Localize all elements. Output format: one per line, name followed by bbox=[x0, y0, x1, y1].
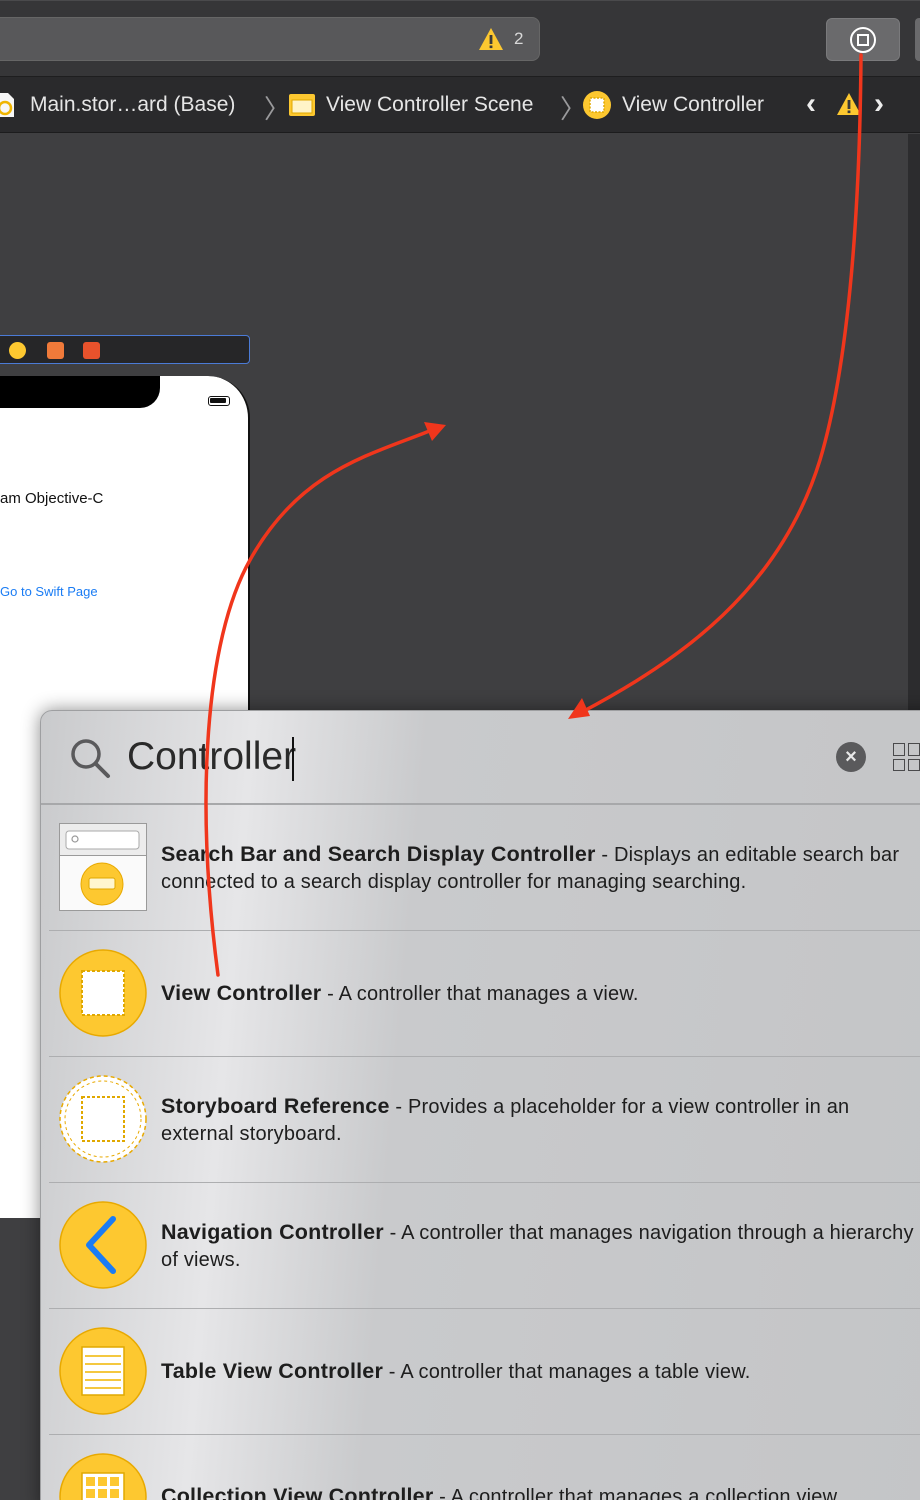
breadcrumb-storyboard-label: Main.stor…ard (Base) bbox=[30, 93, 236, 116]
device-notch bbox=[0, 376, 160, 408]
grid-view-toggle-icon[interactable] bbox=[893, 743, 920, 771]
clear-search-button[interactable]: × bbox=[836, 742, 866, 772]
view-controller-icon bbox=[583, 91, 611, 119]
library-item-text: Storyboard Reference - Provides a placeh… bbox=[161, 1057, 920, 1183]
go-to-swift-button[interactable]: Go to Swift Page bbox=[0, 584, 98, 599]
first-responder-icon[interactable] bbox=[47, 342, 64, 359]
battery-icon bbox=[208, 396, 230, 406]
issue-warning-icon[interactable] bbox=[836, 92, 862, 116]
library-item-search-bar-controller[interactable]: Search Bar and Search Display Controller… bbox=[49, 805, 920, 931]
library-item-description: - A controller that manages a collection… bbox=[433, 1486, 842, 1500]
warning-count: 2 bbox=[514, 29, 524, 48]
table-view-controller-icon bbox=[59, 1327, 147, 1415]
library-item-navigation-controller[interactable]: Navigation Controller - A controller tha… bbox=[49, 1183, 920, 1309]
view-controller-icon bbox=[59, 949, 147, 1037]
search-icon bbox=[71, 739, 110, 778]
library-item-view-controller[interactable]: View Controller - A controller that mana… bbox=[49, 931, 920, 1057]
jump-bar: Main.stor…ard (Base) 〉 View Controller S… bbox=[0, 77, 920, 133]
object-library-popover: × Search Bar and Search Display Controll… bbox=[40, 710, 920, 1500]
breadcrumb-scene-label: View Controller Scene bbox=[326, 93, 534, 116]
library-icon bbox=[850, 26, 876, 53]
toolbar: 2 bbox=[0, 0, 920, 77]
library-item-title: Collection View Controller bbox=[161, 1484, 434, 1500]
library-item-title: Table View Controller bbox=[161, 1359, 384, 1383]
library-item-title: Navigation Controller bbox=[161, 1219, 384, 1244]
library-item-title: Storyboard Reference bbox=[161, 1093, 390, 1118]
navigation-controller-icon bbox=[59, 1201, 147, 1289]
library-item-text: Search Bar and Search Display Controller… bbox=[161, 805, 920, 931]
previous-issue-button[interactable]: ‹ bbox=[806, 87, 816, 121]
toolbar-edge-button[interactable] bbox=[915, 18, 920, 61]
storyboard-file-icon bbox=[0, 93, 14, 117]
library-item-title: Search Bar and Search Display Controller bbox=[161, 841, 596, 866]
breadcrumb-view-controller[interactable]: View Controller bbox=[582, 77, 764, 133]
breadcrumb-scene[interactable]: View Controller Scene bbox=[288, 77, 533, 133]
view-controller-dock-icon[interactable] bbox=[9, 342, 26, 359]
library-item-text: Table View Controller - A controller tha… bbox=[161, 1309, 920, 1435]
breadcrumb-view-controller-label: View Controller bbox=[622, 93, 765, 116]
library-item-table-view-controller[interactable]: Table View Controller - A controller tha… bbox=[49, 1309, 920, 1435]
storyboard-reference-icon bbox=[59, 1075, 147, 1163]
warnings-indicator[interactable]: 2 bbox=[478, 27, 523, 51]
library-item-title: View Controller bbox=[161, 981, 322, 1005]
library-item-text: Navigation Controller - A controller tha… bbox=[161, 1183, 920, 1309]
scene-icon bbox=[289, 94, 315, 116]
library-item-text: View Controller - A controller that mana… bbox=[161, 931, 920, 1057]
breadcrumb-storyboard[interactable]: Main.stor…ard (Base) bbox=[0, 77, 235, 133]
next-issue-button[interactable]: › bbox=[874, 87, 884, 121]
library-item-description: - A controller that manages a table view… bbox=[383, 1361, 751, 1383]
library-item-description: - A controller that manages a view. bbox=[321, 983, 639, 1005]
text-caret bbox=[292, 737, 294, 781]
collection-view-controller-icon bbox=[59, 1453, 147, 1500]
scene-dock[interactable] bbox=[0, 335, 250, 364]
library-item-collection-view-controller[interactable]: Collection View Controller - A controlle… bbox=[49, 1435, 920, 1500]
library-search-input[interactable] bbox=[127, 729, 727, 785]
library-item-storyboard-reference[interactable]: Storyboard Reference - Provides a placeh… bbox=[49, 1057, 920, 1183]
library-button[interactable] bbox=[826, 18, 900, 61]
objective-c-label: am Objective-C bbox=[0, 490, 104, 507]
library-search-bar: × bbox=[41, 711, 920, 805]
breadcrumb-separator-icon: 〉 bbox=[264, 94, 291, 124]
library-item-text: Collection View Controller - A controlle… bbox=[161, 1435, 920, 1500]
search-bar-controller-icon bbox=[59, 823, 147, 911]
warning-icon bbox=[479, 28, 503, 50]
exit-icon[interactable] bbox=[83, 342, 100, 359]
activity-viewer bbox=[0, 17, 540, 61]
